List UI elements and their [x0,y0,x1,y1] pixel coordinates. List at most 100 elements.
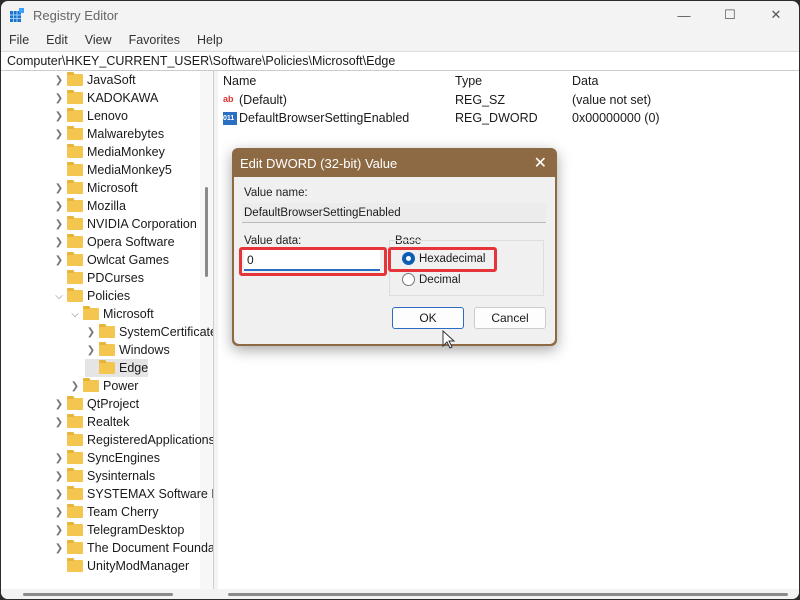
chevron-right-icon[interactable]: ❯ [53,489,65,500]
menu-view[interactable]: View [85,33,112,47]
menu-help[interactable]: Help [197,33,223,47]
tree-item-label: Policies [87,289,131,303]
folder-icon [67,504,83,518]
value-name-label: Value name: [244,187,308,199]
chevron-right-icon[interactable]: ❯ [53,129,65,140]
chevron-down-icon[interactable]: ⌵ [69,309,81,320]
list-row[interactable]: ab (Default) REG_SZ (value not set) [218,91,799,109]
folder-icon [67,450,83,464]
close-button[interactable]: ✕ [753,1,799,29]
registry-editor-icon [10,8,24,22]
chevron-right-icon[interactable]: ❯ [53,219,65,230]
folder-icon [67,90,83,104]
folder-icon [67,144,83,158]
menu-favorites[interactable]: Favorites [129,33,180,47]
scrollbar-thumb[interactable] [23,593,173,596]
chevron-right-icon[interactable]: ❯ [53,75,65,86]
tree-item-label: SYSTEMAX Software Development [87,487,213,501]
folder-icon [83,306,99,320]
tree-item-label: The Document Foundation [87,541,213,555]
tree-item[interactable]: ❯ Mozilla [53,197,126,215]
tree-item[interactable]: ❯ The Document Foundation [53,539,213,557]
tree-item[interactable]: ❯ KADOKAWA [53,89,158,107]
tree-item-label: Team Cherry [87,505,159,519]
tree-item[interactable]: ⌵ Microsoft [69,305,154,323]
value-type: REG_SZ [455,93,506,107]
chevron-right-icon[interactable]: ❯ [53,237,65,248]
menu-file[interactable]: File [9,33,29,47]
tree-horizontal-scrollbar[interactable] [1,589,214,599]
tree-item[interactable]: UnityModManager [53,557,189,575]
tree-item-label: SystemCertificates [119,325,214,339]
chevron-right-icon[interactable]: ❯ [53,453,65,464]
chevron-right-icon[interactable]: ❯ [53,111,65,122]
tree-item[interactable]: ❯ QtProject [53,395,139,413]
column-data[interactable]: Data [572,74,598,88]
tree-item[interactable]: ❯ NVIDIA Corporation [53,215,197,233]
tree-item[interactable]: ❯ Windows [85,341,170,359]
chevron-right-icon[interactable]: ❯ [53,507,65,518]
chevron-right-icon[interactable]: ❯ [53,525,65,536]
tree-item[interactable]: MediaMonkey5 [53,161,172,179]
chevron-right-icon[interactable]: ❯ [69,381,81,392]
tree-item-label: Microsoft [103,307,154,321]
tree-item[interactable]: PDCurses [53,269,144,287]
tree-item[interactable]: ❯ TelegramDesktop [53,521,184,539]
chevron-right-icon[interactable]: ❯ [53,399,65,410]
chevron-right-icon[interactable]: ❯ [53,93,65,104]
tree-item[interactable]: ❯ Owlcat Games [53,251,169,269]
minimize-button[interactable]: — [661,1,707,29]
cancel-button[interactable]: Cancel [474,307,546,329]
tree-item-label: SyncEngines [87,451,160,465]
column-name[interactable]: Name [223,74,256,88]
folder-icon [83,378,99,392]
tree-item[interactable]: ❯ Opera Software [53,233,175,251]
chevron-right-icon[interactable]: ❯ [53,201,65,212]
highlight-box [388,247,497,272]
tree-item[interactable]: ❯ SystemCertificates [85,323,214,341]
folder-icon [67,522,83,536]
key-tree: ❯ JavaSoft ❯ KADOKAWA ❯ Lenovo ❯ Malwarebytes Me… [1,71,214,589]
column-type[interactable]: Type [455,74,482,88]
tree-item[interactable]: ❯ SYSTEMAX Software Development [53,485,213,503]
scrollbar-thumb[interactable] [205,187,208,277]
tree-item[interactable]: ❯ Power [69,377,138,395]
tree-item-label: NVIDIA Corporation [87,217,197,231]
tree-item[interactable]: ❯ Team Cherry [53,503,159,521]
folder-icon [67,126,83,140]
folder-icon [67,486,83,500]
tree-item[interactable]: ❯ Realtek [53,413,129,431]
chevron-right-icon[interactable]: ❯ [85,345,97,356]
tree-item[interactable]: ❯ SyncEngines [53,449,160,467]
tree-item-label: MediaMonkey5 [87,163,172,177]
chevron-right-icon[interactable]: ❯ [53,255,65,266]
chevron-right-icon[interactable]: ❯ [53,417,65,428]
list-horizontal-scrollbar[interactable] [218,589,799,599]
tree-item[interactable]: ❯ Malwarebytes [53,125,164,143]
tree-item[interactable]: ❯ Lenovo [53,107,128,125]
tree-item[interactable]: ❯ Microsoft [53,179,138,197]
tree-item[interactable]: Edge [85,359,149,377]
address-bar[interactable]: Computer\HKEY_CURRENT_USER\Software\Poli… [1,51,799,71]
mouse-cursor-icon [442,330,456,349]
scrollbar-thumb[interactable] [228,593,788,596]
chevron-right-icon[interactable]: ❯ [85,327,97,338]
tree-item[interactable]: ❯ JavaSoft [53,71,136,89]
chevron-right-icon[interactable]: ❯ [53,471,65,482]
decimal-radio[interactable]: Decimal [402,273,461,286]
chevron-right-icon[interactable]: ❯ [53,183,65,194]
chevron-right-icon[interactable]: ❯ [53,543,65,554]
dialog-close-icon[interactable]: ✕ [534,153,547,173]
tree-item[interactable]: MediaMonkey [53,143,165,161]
menu-edit[interactable]: Edit [46,33,68,47]
list-header: Name Type Data [218,72,799,90]
tree-item-label: Realtek [87,415,130,429]
tree-item[interactable]: ⌵ Policies [53,287,130,305]
tree-item-label: Opera Software [87,235,175,249]
list-row[interactable]: 011 DefaultBrowserSettingEnabled REG_DWOR… [218,109,799,127]
ok-button[interactable]: OK [392,307,464,329]
maximize-button[interactable]: ☐ [707,1,753,29]
tree-item[interactable]: RegisteredApplications [53,431,213,449]
tree-item[interactable]: ❯ Sysinternals [53,467,155,485]
chevron-down-icon[interactable]: ⌵ [53,291,65,302]
